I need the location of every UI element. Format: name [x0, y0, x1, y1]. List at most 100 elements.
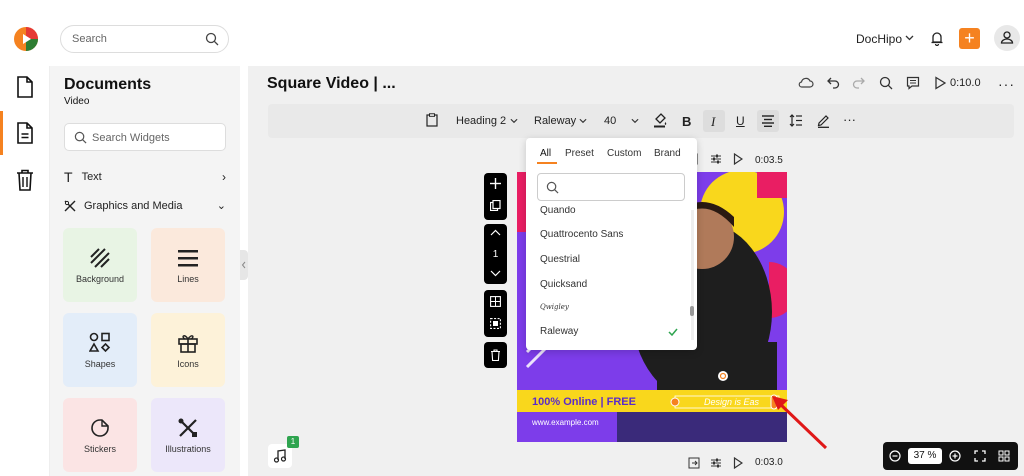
website-text[interactable]: www.example.com	[532, 418, 599, 427]
tab-all[interactable]: All	[540, 148, 551, 159]
grid-view-icon[interactable]	[998, 450, 1010, 462]
play-icon[interactable]	[733, 457, 743, 469]
more-format-button[interactable]: ···	[843, 112, 856, 127]
tile-background[interactable]: Background	[63, 228, 137, 302]
chevron-down-icon[interactable]	[490, 270, 501, 277]
grid-layout-icon[interactable]	[490, 296, 501, 307]
trash-icon[interactable]	[15, 169, 35, 191]
tile-illustrations[interactable]: Illustrations	[151, 398, 225, 472]
dochipo-logo[interactable]	[13, 26, 39, 52]
font-item[interactable]: Quicksand	[540, 279, 587, 290]
font-size-select[interactable]: 40	[604, 115, 616, 127]
tile-label: Shapes	[84, 359, 116, 369]
dropdown-scrollbar[interactable]	[691, 210, 694, 340]
video-duration: 0:10.0	[950, 77, 981, 89]
annotation-arrow	[772, 396, 828, 450]
clipboard-icon[interactable]	[426, 113, 438, 127]
play-icon[interactable]	[733, 153, 743, 165]
search-icon	[546, 181, 559, 194]
fill-color-icon[interactable]	[653, 113, 668, 128]
offer-text[interactable]: 100% Online | FREE	[532, 396, 636, 408]
tile-label: Lines	[177, 274, 199, 284]
tab-custom[interactable]: Custom	[607, 148, 641, 159]
tile-label: Icons	[177, 359, 199, 369]
bold-button[interactable]: B	[682, 114, 691, 129]
page-number: 1	[492, 249, 499, 260]
category-text[interactable]: T Text ›	[64, 169, 226, 185]
heading-select[interactable]: Heading 2	[456, 115, 506, 127]
active-tab-underline	[537, 162, 557, 164]
more-options-button[interactable]: ···	[998, 76, 1015, 92]
tile-shapes[interactable]: Shapes	[63, 313, 137, 387]
tile-label: Illustrations	[165, 444, 211, 454]
category-label: Graphics and Media	[84, 199, 183, 212]
select-frame-icon[interactable]	[490, 318, 501, 329]
panel-collapse-handle[interactable]	[240, 250, 248, 280]
page-time: 0:03.5	[755, 155, 783, 166]
tile-label: Stickers	[83, 444, 116, 454]
zoom-out-icon[interactable]	[889, 450, 901, 462]
chevron-down-icon[interactable]	[510, 118, 518, 124]
scrollbar-thumb[interactable]	[690, 306, 694, 316]
page-tools-layout	[484, 290, 507, 337]
undo-icon[interactable]	[826, 76, 840, 90]
panel-title: Documents	[64, 76, 152, 93]
tile-stickers[interactable]: Stickers	[63, 398, 137, 472]
highlight-pen-icon[interactable]	[817, 114, 830, 128]
user-avatar[interactable]	[994, 25, 1020, 51]
widget-search-input[interactable]: Search Widgets	[64, 123, 226, 151]
adjust-sliders-icon[interactable]	[710, 457, 722, 469]
audio-count-badge: 1	[287, 436, 299, 448]
chevron-down-icon[interactable]	[631, 118, 639, 124]
line-spacing-icon[interactable]	[789, 114, 803, 127]
font-item-selected[interactable]: Raleway	[540, 326, 578, 337]
account-name[interactable]: DocHipo	[856, 32, 902, 46]
create-new-button[interactable]: +	[959, 28, 980, 49]
search-icon[interactable]	[205, 32, 219, 46]
font-item[interactable]: Quando	[540, 206, 576, 216]
zoom-search-icon[interactable]	[879, 76, 893, 90]
checkmark-icon	[668, 328, 678, 336]
tile-lines[interactable]: Lines	[151, 228, 225, 302]
search-icon	[74, 131, 87, 144]
sticker-icon	[89, 417, 111, 439]
underline-button[interactable]: U	[736, 114, 745, 128]
font-item[interactable]: Quattrocento Sans	[540, 229, 623, 240]
redo-icon[interactable]	[852, 76, 866, 90]
documents-list-icon[interactable]	[15, 122, 35, 144]
zoom-level[interactable]: 37 %	[908, 448, 942, 464]
chevron-down-icon: ⌄	[216, 200, 226, 212]
font-search-input[interactable]	[537, 173, 685, 201]
add-page-icon[interactable]	[490, 178, 501, 189]
zoom-in-icon[interactable]	[949, 450, 961, 462]
adjust-sliders-icon[interactable]	[710, 153, 722, 165]
duplicate-page-icon[interactable]	[490, 200, 501, 211]
chevron-down-icon[interactable]	[905, 35, 914, 41]
tile-icons[interactable]: Icons	[151, 313, 225, 387]
next-frame-icon[interactable]	[688, 457, 700, 469]
document-title[interactable]: Square Video | ...	[267, 75, 396, 93]
notification-bell-icon[interactable]	[930, 30, 944, 46]
tab-brand[interactable]: Brand	[654, 148, 681, 159]
category-graphics-media[interactable]: Graphics and Media ⌄	[64, 199, 226, 212]
cloud-saved-icon	[798, 76, 814, 90]
rail-active-indicator	[0, 111, 3, 155]
chevron-up-icon[interactable]	[490, 229, 501, 236]
chevron-down-icon[interactable]	[579, 118, 587, 124]
font-item[interactable]: Questrial	[540, 254, 580, 265]
search-box[interactable]: Search	[60, 25, 229, 53]
font-item[interactable]: Qwigley	[540, 303, 569, 311]
italic-button[interactable]: I	[711, 114, 715, 130]
tab-preset[interactable]: Preset	[565, 148, 594, 159]
font-select[interactable]: Raleway	[534, 115, 576, 127]
gift-icon	[177, 332, 199, 354]
fullscreen-icon[interactable]	[974, 450, 986, 462]
font-dropdown: All Preset Custom Brand Quando Quattroce…	[526, 138, 697, 350]
shapes-icon	[89, 332, 111, 354]
align-center-icon[interactable]	[761, 115, 775, 127]
lines-icon	[177, 247, 199, 269]
trash-icon[interactable]	[490, 349, 501, 361]
comment-icon[interactable]	[906, 76, 920, 90]
document-icon[interactable]	[15, 76, 35, 98]
play-icon[interactable]	[934, 76, 946, 90]
